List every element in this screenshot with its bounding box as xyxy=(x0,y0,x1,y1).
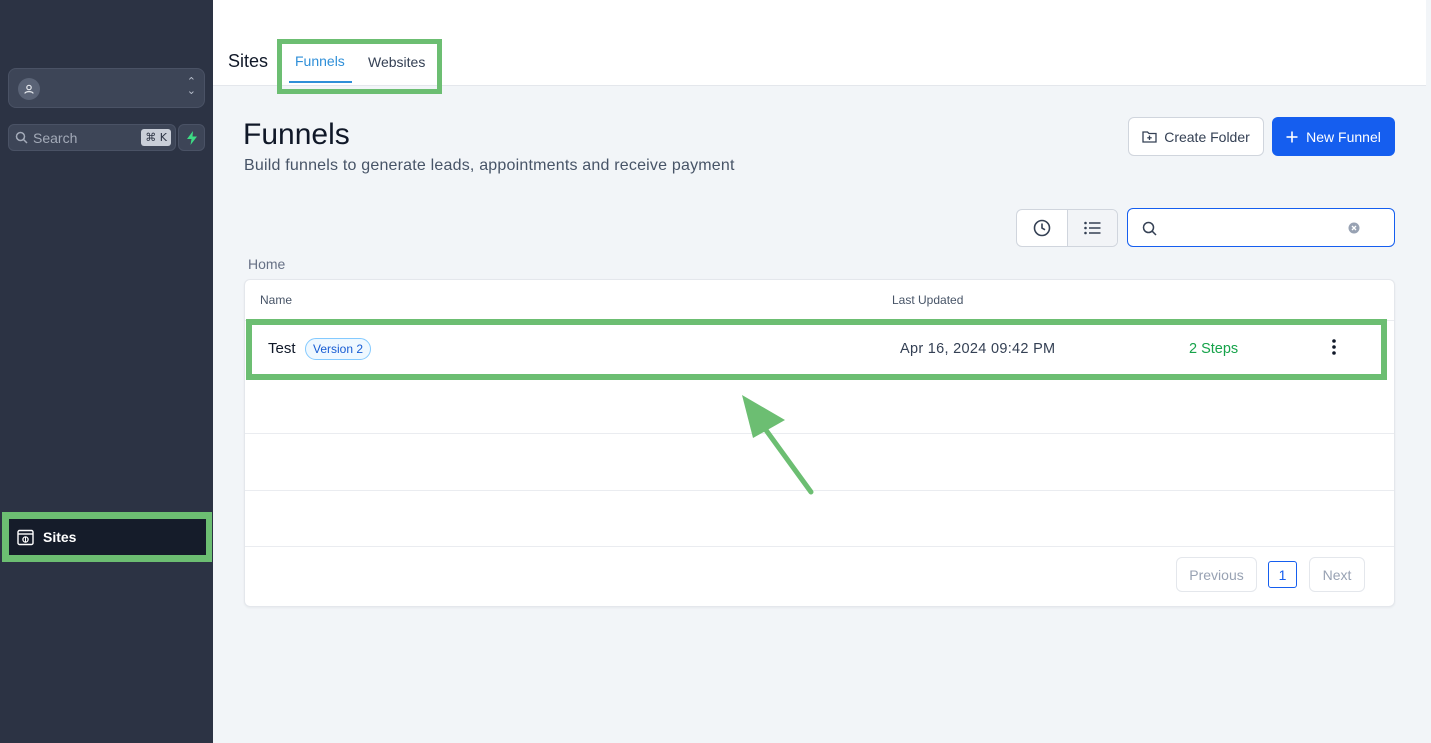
recent-view-button[interactable] xyxy=(1017,210,1067,246)
breadcrumb[interactable]: Home xyxy=(248,256,285,272)
user-icon xyxy=(18,78,40,100)
last-updated-value: Apr 16, 2024 09:42 PM xyxy=(900,341,1056,357)
page-title: Funnels xyxy=(243,118,350,151)
sites-icon xyxy=(17,529,34,545)
annotation-arrow-icon xyxy=(742,395,814,495)
plus-icon xyxy=(1286,131,1298,142)
search-shortcut-badge: ⌘ K xyxy=(141,129,171,146)
sidebar-item-sites[interactable]: Sites xyxy=(9,519,206,555)
clock-icon xyxy=(1033,219,1051,237)
search-icon xyxy=(1142,221,1157,236)
column-header-name[interactable]: Name xyxy=(260,293,292,307)
tab-funnels[interactable]: Funnels xyxy=(295,53,345,69)
topbar: Sites Funnels Websites xyxy=(213,0,1426,94)
quick-actions-button[interactable] xyxy=(178,124,205,151)
chevron-updown-icon: ⌃ ⌄ xyxy=(186,76,196,97)
funnel-name[interactable]: Test xyxy=(268,340,296,357)
funnel-search xyxy=(1127,208,1395,247)
next-page-button[interactable]: Next xyxy=(1309,557,1365,592)
active-tab-underline xyxy=(289,81,352,83)
more-options-icon[interactable] xyxy=(1328,337,1340,357)
sidebar-search[interactable]: Search ⌘ K xyxy=(8,124,176,151)
steps-count[interactable]: 2 Steps xyxy=(1189,341,1238,357)
previous-page-button[interactable]: Previous xyxy=(1176,557,1257,592)
view-toggle xyxy=(1016,209,1118,247)
section-title: Sites xyxy=(228,51,269,71)
version-badge: Version 2 xyxy=(305,338,372,360)
column-header-last-updated[interactable]: Last Updated xyxy=(892,293,963,307)
list-icon xyxy=(1084,221,1101,235)
account-switcher[interactable]: ⌃ ⌄ xyxy=(8,68,205,108)
folder-plus-icon xyxy=(1142,131,1157,143)
search-icon xyxy=(15,131,28,144)
sidebar-search-placeholder: Search xyxy=(33,129,78,146)
list-view-button[interactable] xyxy=(1067,210,1117,246)
new-funnel-button[interactable]: New Funnel xyxy=(1272,117,1395,156)
clear-icon[interactable] xyxy=(1348,222,1360,234)
sidebar: ⌃ ⌄ Search ⌘ K xyxy=(0,0,213,743)
create-folder-label: Create Folder xyxy=(1164,128,1250,145)
lightning-icon xyxy=(186,130,197,145)
tab-websites[interactable]: Websites xyxy=(368,54,425,70)
create-folder-button[interactable]: Create Folder xyxy=(1128,117,1264,156)
sidebar-item-sites-label: Sites xyxy=(43,529,77,545)
page-subtitle: Build funnels to generate leads, appoint… xyxy=(244,157,735,174)
funnel-search-input[interactable] xyxy=(1166,217,1336,237)
page-number-button[interactable]: 1 xyxy=(1268,561,1297,588)
row-divider xyxy=(245,546,1394,547)
new-funnel-label: New Funnel xyxy=(1306,128,1381,145)
